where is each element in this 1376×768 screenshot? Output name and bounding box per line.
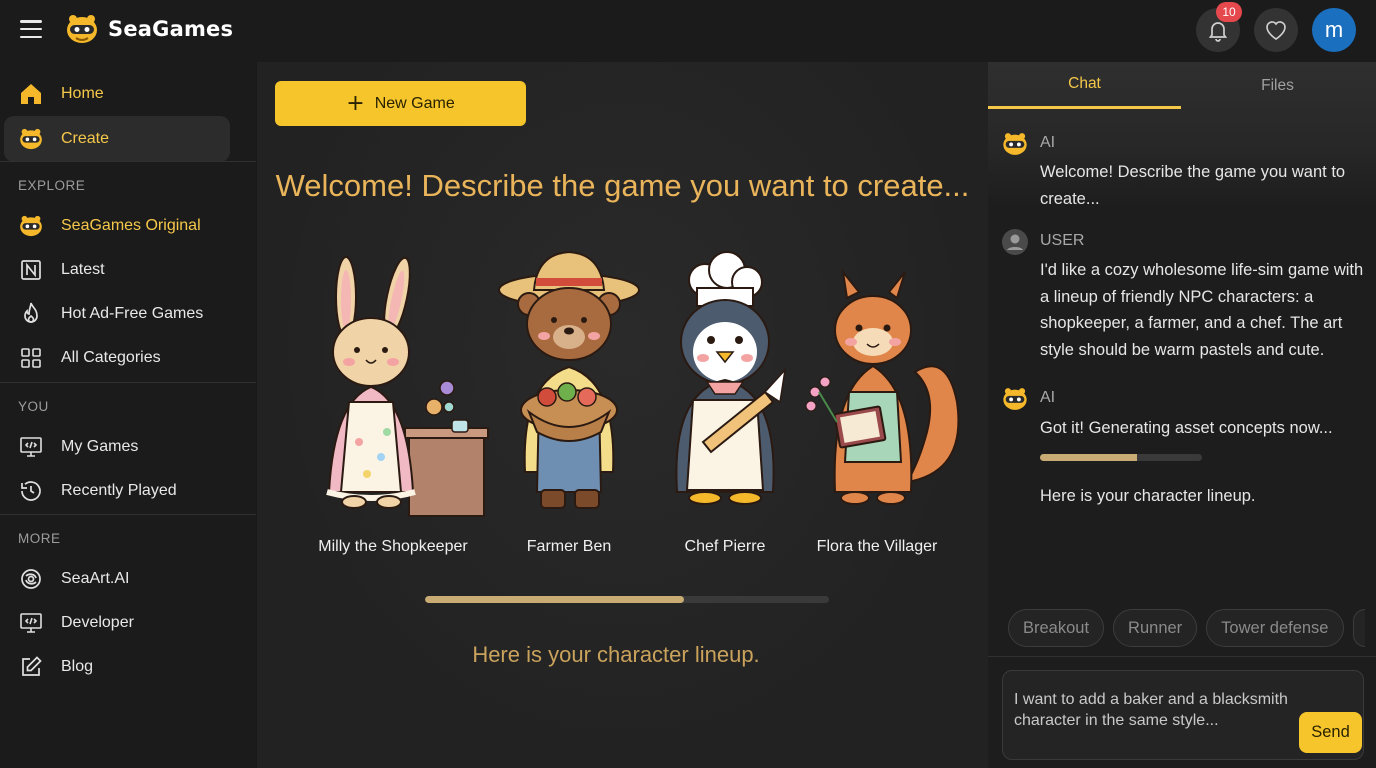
lineup-caption: Here is your character lineup. [472,642,760,667]
new-game-label: New Game [374,94,455,112]
penguin-chef-illustration [675,251,787,505]
message-role: USER [1040,232,1085,249]
edit-icon [18,654,44,680]
bunny-shopkeeper-illustration [326,256,489,517]
chat-input[interactable]: I want to add a baker and a blacksmith c… [1002,670,1364,760]
message-role: AI [1040,389,1056,406]
message-role: AI [1040,134,1056,151]
seagames-mascot-icon [18,213,44,239]
divider [988,656,1376,657]
asset-generation-progress [1040,454,1202,461]
heart-icon [1266,21,1286,40]
suggestion-chip[interactable]: Runner [1113,609,1198,647]
sidebar-item-label: Recently Played [61,482,177,499]
code-monitor-icon [18,610,44,636]
sidebar-item-latest[interactable]: Latest [4,247,230,293]
section-label-you: YOU [18,399,49,414]
flame-icon [18,301,44,327]
history-icon [18,478,44,504]
sidebar-item-label: Hot Ad-Free Games [61,305,204,322]
message-text: I'd like a cozy wholesome life-sim game … [1040,261,1364,359]
plus-icon: + [346,90,365,116]
favorites-button[interactable] [1254,8,1298,52]
user-avatar[interactable]: m [1312,8,1356,52]
sidebar-item-home[interactable]: Home [4,71,230,117]
brand-logo[interactable]: SeaGames [64,12,233,46]
character-name: Chef Pierre [684,538,766,555]
top-bar: SeaGames 10 m [0,0,1376,62]
brand-name: SeaGames [108,17,234,41]
character-card[interactable]: Chef Pierre [645,242,805,555]
sidebar-item-label: Blog [61,658,94,675]
sidebar-item-label: SeaArt.AI [61,570,130,587]
divider [0,161,256,162]
user-avatar-icon [1002,229,1028,255]
squirrel-villager-illustration [805,268,960,505]
character-card[interactable]: Milly the Shopkeeper [313,242,489,555]
seagames-mascot-icon [18,126,44,152]
notifications-button[interactable]: 10 [1196,2,1242,52]
ai-avatar-icon [1003,133,1027,155]
tab-files[interactable]: Files [1181,62,1374,109]
welcome-heading: Welcome! Describe the game you want to c… [275,168,970,203]
sidebar-item-label: Latest [61,261,105,278]
send-button[interactable]: Send [1299,712,1362,753]
ai-avatar-icon [1003,388,1027,410]
sidebar-item-my-games[interactable]: My Games [4,424,230,470]
sidebar-item-seaart-ai[interactable]: SeaArt.AI [4,556,230,602]
sidebar-item-label: Create [61,130,110,147]
sidebar-item-label: My Games [61,438,139,455]
new-badge-icon [18,257,44,283]
sidebar-item-developer[interactable]: Developer [4,600,230,646]
suggestion-chips: Breakout Runner Tower defense [1008,609,1365,647]
sidebar-item-recently-played[interactable]: Recently Played [4,468,230,514]
sidebar-item-blog[interactable]: Blog [4,644,230,690]
character-card[interactable]: Flora the Villager [797,242,960,555]
sidebar-item-hot-ad-free[interactable]: Hot Ad-Free Games [4,291,230,337]
sidebar: Home Create EXPLORE SeaGames Original La… [0,62,256,768]
character-name: Farmer Ben [526,538,612,555]
seaart-logo-icon [18,566,44,592]
menu-icon[interactable] [20,20,42,38]
generation-progress-bar [425,596,829,603]
character-name: Milly the Shopkeeper [318,538,468,555]
grid-icon [18,345,44,371]
bear-farmer-illustration [498,250,640,509]
progress-fill [425,596,684,603]
sidebar-item-label: All Categories [61,349,161,366]
section-label-explore: EXPLORE [18,178,86,193]
sidebar-item-create[interactable]: Create [4,116,230,162]
tab-chat[interactable]: Chat [988,62,1181,109]
suggestion-chip[interactable] [1352,609,1365,647]
character-name: Flora the Villager [816,538,938,555]
suggestion-chip[interactable]: Tower defense [1206,609,1344,647]
divider [0,382,256,383]
sidebar-item-all-categories[interactable]: All Categories [4,335,230,381]
sidebar-item-seagames-original[interactable]: SeaGames Original [4,203,230,249]
sidebar-item-label: Developer [61,614,134,631]
message-text: Here is your character lineup. [1040,487,1256,505]
chat-input-text[interactable]: I want to add a baker and a blacksmith c… [1014,689,1304,731]
character-card[interactable]: Farmer Ben [489,242,649,555]
divider [0,514,256,515]
new-game-button[interactable]: + New Game [275,81,526,126]
sidebar-item-label: SeaGames Original [61,217,201,234]
progress-fill [1040,454,1138,461]
notification-count-badge: 10 [1216,2,1242,22]
section-label-more: MORE [18,531,61,546]
main-content: + New Game Welcome! Describe the game yo… [257,62,988,768]
chat-panel: Chat Files AI Welcome! Describe the game… [988,62,1376,768]
suggestion-chip[interactable]: Breakout [1008,609,1105,647]
sidebar-item-label: Home [61,85,104,102]
code-monitor-icon [18,434,44,460]
message-text: Welcome! Describe the game you want to c… [1040,163,1346,208]
message-text: Got it! Generating asset concepts now... [1040,419,1333,437]
character-lineup: Milly the Shopkeeper Farmer Ben Chef Pie… [313,242,963,555]
home-icon [18,81,44,107]
seagames-mascot-icon [67,15,97,43]
